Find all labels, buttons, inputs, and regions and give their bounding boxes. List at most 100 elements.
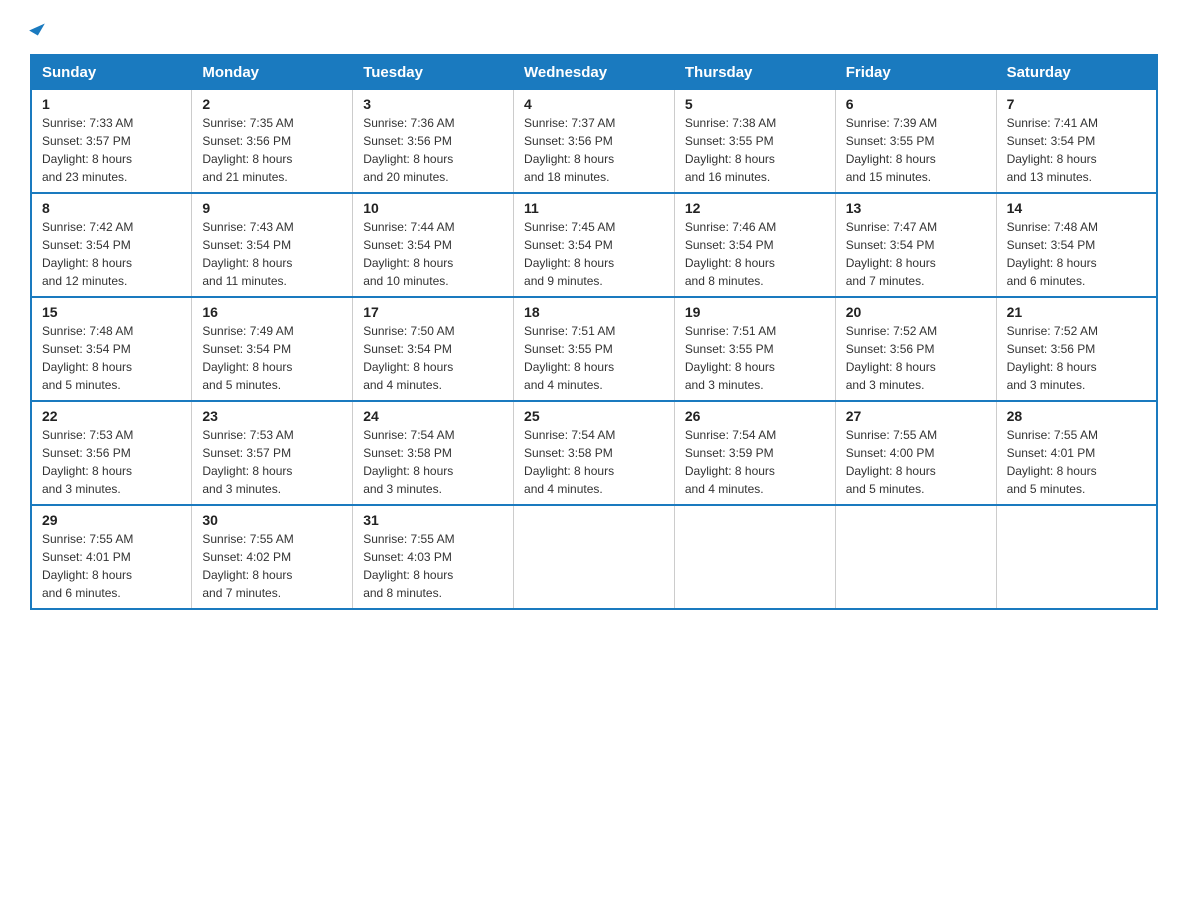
day-number: 26 [685, 408, 825, 424]
calendar-cell [514, 505, 675, 609]
day-number: 20 [846, 304, 986, 320]
header-tuesday: Tuesday [353, 55, 514, 90]
day-info: Sunrise: 7:52 AMSunset: 3:56 PMDaylight:… [1007, 324, 1098, 392]
calendar-week-row: 8 Sunrise: 7:42 AMSunset: 3:54 PMDayligh… [31, 193, 1157, 297]
day-number: 23 [202, 408, 342, 424]
calendar-cell [996, 505, 1157, 609]
calendar-cell: 27 Sunrise: 7:55 AMSunset: 4:00 PMDaylig… [835, 401, 996, 505]
day-info: Sunrise: 7:44 AMSunset: 3:54 PMDaylight:… [363, 220, 454, 288]
calendar-cell: 13 Sunrise: 7:47 AMSunset: 3:54 PMDaylig… [835, 193, 996, 297]
calendar-cell: 26 Sunrise: 7:54 AMSunset: 3:59 PMDaylig… [674, 401, 835, 505]
day-info: Sunrise: 7:55 AMSunset: 4:00 PMDaylight:… [846, 428, 937, 496]
day-number: 17 [363, 304, 503, 320]
header-wednesday: Wednesday [514, 55, 675, 90]
day-info: Sunrise: 7:55 AMSunset: 4:01 PMDaylight:… [1007, 428, 1098, 496]
day-number: 5 [685, 96, 825, 112]
day-number: 6 [846, 96, 986, 112]
calendar-cell: 21 Sunrise: 7:52 AMSunset: 3:56 PMDaylig… [996, 297, 1157, 401]
calendar-cell: 4 Sunrise: 7:37 AMSunset: 3:56 PMDayligh… [514, 90, 675, 194]
header-thursday: Thursday [674, 55, 835, 90]
day-info: Sunrise: 7:39 AMSunset: 3:55 PMDaylight:… [846, 116, 937, 184]
calendar-cell: 1 Sunrise: 7:33 AMSunset: 3:57 PMDayligh… [31, 90, 192, 194]
day-number: 16 [202, 304, 342, 320]
calendar-cell [674, 505, 835, 609]
day-number: 10 [363, 200, 503, 216]
logo-triangle-icon [29, 18, 45, 35]
day-info: Sunrise: 7:46 AMSunset: 3:54 PMDaylight:… [685, 220, 776, 288]
calendar-table: SundayMondayTuesdayWednesdayThursdayFrid… [30, 54, 1158, 610]
calendar-cell: 5 Sunrise: 7:38 AMSunset: 3:55 PMDayligh… [674, 90, 835, 194]
calendar-cell: 14 Sunrise: 7:48 AMSunset: 3:54 PMDaylig… [996, 193, 1157, 297]
day-info: Sunrise: 7:53 AMSunset: 3:56 PMDaylight:… [42, 428, 133, 496]
calendar-week-row: 29 Sunrise: 7:55 AMSunset: 4:01 PMDaylig… [31, 505, 1157, 609]
calendar-cell: 6 Sunrise: 7:39 AMSunset: 3:55 PMDayligh… [835, 90, 996, 194]
day-number: 21 [1007, 304, 1146, 320]
day-number: 18 [524, 304, 664, 320]
day-number: 12 [685, 200, 825, 216]
calendar-cell: 12 Sunrise: 7:46 AMSunset: 3:54 PMDaylig… [674, 193, 835, 297]
day-info: Sunrise: 7:55 AMSunset: 4:02 PMDaylight:… [202, 532, 293, 600]
day-number: 11 [524, 200, 664, 216]
day-info: Sunrise: 7:48 AMSunset: 3:54 PMDaylight:… [42, 324, 133, 392]
day-info: Sunrise: 7:51 AMSunset: 3:55 PMDaylight:… [524, 324, 615, 392]
day-number: 13 [846, 200, 986, 216]
day-info: Sunrise: 7:52 AMSunset: 3:56 PMDaylight:… [846, 324, 937, 392]
calendar-cell: 29 Sunrise: 7:55 AMSunset: 4:01 PMDaylig… [31, 505, 192, 609]
day-number: 15 [42, 304, 181, 320]
day-number: 30 [202, 512, 342, 528]
calendar-cell: 20 Sunrise: 7:52 AMSunset: 3:56 PMDaylig… [835, 297, 996, 401]
calendar-cell: 28 Sunrise: 7:55 AMSunset: 4:01 PMDaylig… [996, 401, 1157, 505]
day-info: Sunrise: 7:54 AMSunset: 3:58 PMDaylight:… [363, 428, 454, 496]
day-info: Sunrise: 7:51 AMSunset: 3:55 PMDaylight:… [685, 324, 776, 392]
day-info: Sunrise: 7:48 AMSunset: 3:54 PMDaylight:… [1007, 220, 1098, 288]
header-sunday: Sunday [31, 55, 192, 90]
day-info: Sunrise: 7:53 AMSunset: 3:57 PMDaylight:… [202, 428, 293, 496]
logo [30, 20, 42, 34]
day-info: Sunrise: 7:37 AMSunset: 3:56 PMDaylight:… [524, 116, 615, 184]
day-number: 1 [42, 96, 181, 112]
day-number: 22 [42, 408, 181, 424]
day-number: 7 [1007, 96, 1146, 112]
day-info: Sunrise: 7:47 AMSunset: 3:54 PMDaylight:… [846, 220, 937, 288]
calendar-cell: 18 Sunrise: 7:51 AMSunset: 3:55 PMDaylig… [514, 297, 675, 401]
day-number: 25 [524, 408, 664, 424]
calendar-cell: 15 Sunrise: 7:48 AMSunset: 3:54 PMDaylig… [31, 297, 192, 401]
day-number: 2 [202, 96, 342, 112]
page-header [30, 20, 1158, 34]
calendar-cell: 7 Sunrise: 7:41 AMSunset: 3:54 PMDayligh… [996, 90, 1157, 194]
calendar-cell: 11 Sunrise: 7:45 AMSunset: 3:54 PMDaylig… [514, 193, 675, 297]
day-number: 24 [363, 408, 503, 424]
day-number: 31 [363, 512, 503, 528]
day-number: 27 [846, 408, 986, 424]
calendar-week-row: 22 Sunrise: 7:53 AMSunset: 3:56 PMDaylig… [31, 401, 1157, 505]
calendar-cell: 31 Sunrise: 7:55 AMSunset: 4:03 PMDaylig… [353, 505, 514, 609]
calendar-week-row: 15 Sunrise: 7:48 AMSunset: 3:54 PMDaylig… [31, 297, 1157, 401]
day-info: Sunrise: 7:38 AMSunset: 3:55 PMDaylight:… [685, 116, 776, 184]
day-info: Sunrise: 7:55 AMSunset: 4:01 PMDaylight:… [42, 532, 133, 600]
day-info: Sunrise: 7:33 AMSunset: 3:57 PMDaylight:… [42, 116, 133, 184]
header-saturday: Saturday [996, 55, 1157, 90]
day-info: Sunrise: 7:43 AMSunset: 3:54 PMDaylight:… [202, 220, 293, 288]
calendar-cell: 19 Sunrise: 7:51 AMSunset: 3:55 PMDaylig… [674, 297, 835, 401]
day-number: 19 [685, 304, 825, 320]
calendar-cell: 3 Sunrise: 7:36 AMSunset: 3:56 PMDayligh… [353, 90, 514, 194]
day-number: 9 [202, 200, 342, 216]
day-info: Sunrise: 7:54 AMSunset: 3:58 PMDaylight:… [524, 428, 615, 496]
calendar-cell: 9 Sunrise: 7:43 AMSunset: 3:54 PMDayligh… [192, 193, 353, 297]
header-monday: Monday [192, 55, 353, 90]
calendar-cell: 24 Sunrise: 7:54 AMSunset: 3:58 PMDaylig… [353, 401, 514, 505]
day-info: Sunrise: 7:50 AMSunset: 3:54 PMDaylight:… [363, 324, 454, 392]
day-number: 28 [1007, 408, 1146, 424]
calendar-cell: 8 Sunrise: 7:42 AMSunset: 3:54 PMDayligh… [31, 193, 192, 297]
calendar-cell: 2 Sunrise: 7:35 AMSunset: 3:56 PMDayligh… [192, 90, 353, 194]
calendar-cell: 23 Sunrise: 7:53 AMSunset: 3:57 PMDaylig… [192, 401, 353, 505]
day-number: 29 [42, 512, 181, 528]
day-number: 8 [42, 200, 181, 216]
calendar-cell: 30 Sunrise: 7:55 AMSunset: 4:02 PMDaylig… [192, 505, 353, 609]
day-info: Sunrise: 7:36 AMSunset: 3:56 PMDaylight:… [363, 116, 454, 184]
calendar-cell: 22 Sunrise: 7:53 AMSunset: 3:56 PMDaylig… [31, 401, 192, 505]
calendar-cell [835, 505, 996, 609]
day-info: Sunrise: 7:54 AMSunset: 3:59 PMDaylight:… [685, 428, 776, 496]
day-number: 4 [524, 96, 664, 112]
header-friday: Friday [835, 55, 996, 90]
